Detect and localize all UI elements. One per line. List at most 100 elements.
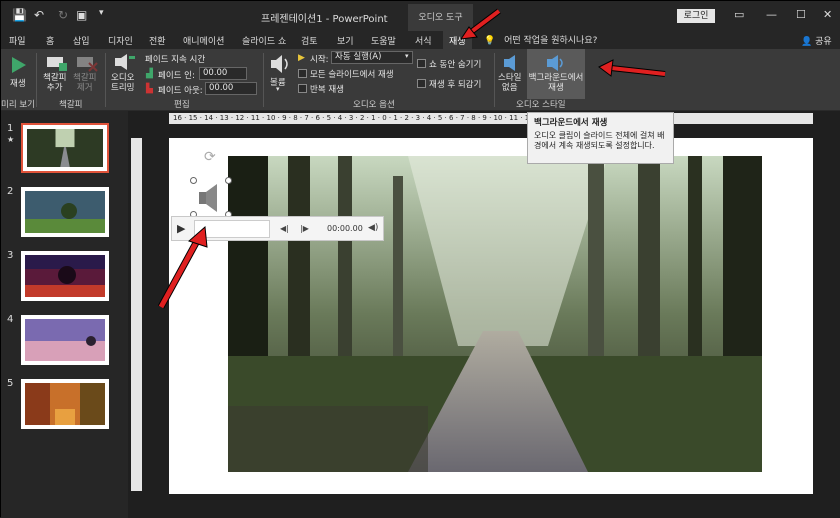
group-separator [263, 53, 264, 107]
add-bookmark-label: 책갈피 추가 [43, 73, 67, 93]
bookmarks-group-label: 책갈피 [59, 100, 83, 110]
fade-in-input[interactable]: 00.00 [199, 67, 247, 80]
slide-1-image [27, 129, 103, 167]
slide-thumbnail-2[interactable] [21, 187, 109, 237]
play-across-slides-label: 모든 슬라이드에서 재생 [310, 70, 394, 80]
rewind-icon[interactable]: ◀| [280, 224, 289, 233]
tab-slideshow[interactable]: 슬라이드 쇼 [242, 34, 286, 47]
ribbon-playback: 재생 미리 보기 책갈피 추가 책갈피 제거 책갈피 오디오 트리밍 페이드 지… [1, 49, 840, 111]
fade-duration-label: 페이드 지속 시간 [145, 55, 206, 65]
play-button[interactable]: 재생 [5, 51, 31, 95]
tab-insert[interactable]: 삽입 [73, 34, 90, 47]
tooltip-title: 백그라운드에서 재생 [534, 118, 608, 128]
forest-road-image[interactable] [228, 156, 762, 472]
save-icon[interactable]: 💾 [12, 8, 27, 22]
hide-during-show-label: 쇼 동안 숨기기 [429, 60, 482, 70]
tab-design[interactable]: 디자인 [108, 34, 133, 47]
maximize-icon[interactable]: ☐ [796, 8, 806, 21]
speaker-icon[interactable] [193, 180, 229, 216]
editing-group-label: 편집 [174, 100, 190, 110]
title-bar: 💾 ↶ ↻ ▣ ▾ 프레젠테이션1 - PowerPoint 오디오 도구 로그… [1, 1, 840, 31]
person-icon: 👤 [801, 37, 813, 47]
play-in-background-tooltip: 백그라운드에서 재생 오디오 클립이 슬라이드 전체에 걸쳐 배경에서 계속 재… [527, 112, 674, 164]
group-separator [105, 53, 106, 107]
rewind-after-label: 재생 후 되감기 [429, 80, 482, 90]
forward-icon[interactable]: |▶ [300, 224, 309, 233]
tab-review[interactable]: 검토 [301, 34, 318, 47]
group-separator [494, 53, 495, 107]
tell-me-text: 어떤 작업을 원하시나요? [504, 36, 598, 46]
ribbon-display-icon[interactable]: ▭ [734, 8, 744, 21]
add-bookmark-icon [47, 57, 67, 71]
fade-out-icon: ▙ [146, 84, 153, 94]
tab-view[interactable]: 보기 [337, 34, 354, 47]
slide-thumbnail-5[interactable] [21, 379, 109, 429]
annotation-arrow-background-play [598, 59, 666, 77]
tab-help[interactable]: 도움말 [371, 34, 396, 47]
start-dropdown-icon[interactable]: ▾ [405, 52, 409, 60]
fade-out-label: 페이드 아웃: [158, 86, 203, 96]
slide-thumbnail-1[interactable] [21, 123, 109, 173]
remove-bookmark-button[interactable]: 책갈피 제거 [73, 51, 101, 97]
login-button[interactable]: 로그인 [677, 9, 715, 23]
remove-bookmark-icon [77, 57, 98, 72]
close-icon[interactable]: ✕ [823, 8, 832, 21]
tab-file[interactable]: 파일 [9, 34, 26, 47]
no-style-label: 스타일 없음 [498, 73, 522, 93]
hide-during-show-checkbox[interactable] [417, 59, 426, 68]
fade-in-icon: ▟ [146, 69, 153, 79]
start-select[interactable]: 자동 실행(A) [331, 51, 413, 64]
no-style-button[interactable]: 스타일 없음 [498, 51, 526, 97]
add-bookmark-button[interactable]: 책갈피 추가 [43, 51, 71, 97]
start-icon: ▶ [298, 53, 305, 63]
slide-number: 3 [7, 250, 14, 261]
present-icon[interactable]: ▣ [76, 8, 87, 22]
slide-thumbnail-4[interactable] [21, 315, 109, 365]
minimize-icon[interactable]: — [766, 8, 777, 21]
play-in-background-label: 백그라운드에서 재생 [528, 73, 584, 93]
play-across-slides-checkbox[interactable] [298, 69, 307, 78]
play-in-background-icon [547, 55, 563, 71]
tab-animations[interactable]: 애니메이션 [183, 34, 224, 47]
share-label: 공유 [815, 37, 832, 47]
slide-transition-marker: ★ [7, 135, 15, 144]
playback-time: 00:00.00 [327, 224, 363, 233]
resize-handle[interactable] [190, 177, 197, 184]
rotate-handle-icon[interactable]: ⟳ [204, 149, 216, 165]
slide-number: 4 [7, 314, 14, 325]
powerpoint-window: 💾 ↶ ↻ ▣ ▾ 프레젠테이션1 - PowerPoint 오디오 도구 로그… [0, 0, 840, 518]
loop-checkbox[interactable] [298, 84, 307, 93]
group-separator [36, 53, 37, 107]
trim-audio-label: 오디오 트리밍 [111, 73, 135, 93]
redo-icon[interactable]: ↻ [58, 8, 68, 22]
trim-audio-button[interactable]: 오디오 트리밍 [109, 51, 139, 97]
tab-format[interactable]: 서식 [415, 34, 432, 47]
resize-handle[interactable] [225, 177, 232, 184]
tooltip-description: 오디오 클립이 슬라이드 전체에 걸쳐 배경에서 계속 재생되도록 설정합니다. [534, 131, 665, 150]
annotation-arrow-tab [459, 8, 501, 40]
fade-out-input[interactable]: 00.00 [205, 82, 257, 95]
play-label: 재생 [10, 79, 26, 89]
ribbon-tabs: 파일 홈 삽입 디자인 전환 애니메이션 슬라이드 쇼 검토 보기 도움말 서식… [1, 31, 840, 49]
tab-home[interactable]: 홈 [46, 34, 54, 47]
horizontal-ruler: 16 · 15 · 14 · 13 · 12 · 11 · 10 · 9 · 8… [169, 113, 813, 124]
slide-4-image [25, 319, 105, 361]
undo-icon[interactable]: ↶ [34, 8, 44, 22]
slide-thumbnail-3[interactable] [21, 251, 109, 301]
volume-button[interactable]: 볼륨 ▾ [267, 51, 293, 97]
slide-3-image [25, 255, 105, 297]
customize-qat-icon[interactable]: ▾ [99, 8, 104, 18]
volume-icon [271, 55, 288, 73]
mute-icon[interactable]: ◀) [368, 223, 378, 233]
window-title: 프레젠테이션1 - PowerPoint [261, 14, 388, 25]
no-style-icon [504, 55, 515, 71]
loop-label: 반복 재생 [310, 85, 344, 95]
play-in-background-button[interactable]: 백그라운드에서 재생 [527, 49, 585, 99]
tab-transitions[interactable]: 전환 [149, 34, 166, 47]
start-label: 시작: [310, 55, 329, 65]
rewind-after-checkbox[interactable] [417, 79, 426, 88]
share-button[interactable]: 👤 공유 [801, 34, 832, 47]
slide-5-image [25, 383, 105, 425]
remove-bookmark-label: 책갈피 제거 [73, 73, 97, 93]
annotation-arrow-player [157, 225, 208, 309]
